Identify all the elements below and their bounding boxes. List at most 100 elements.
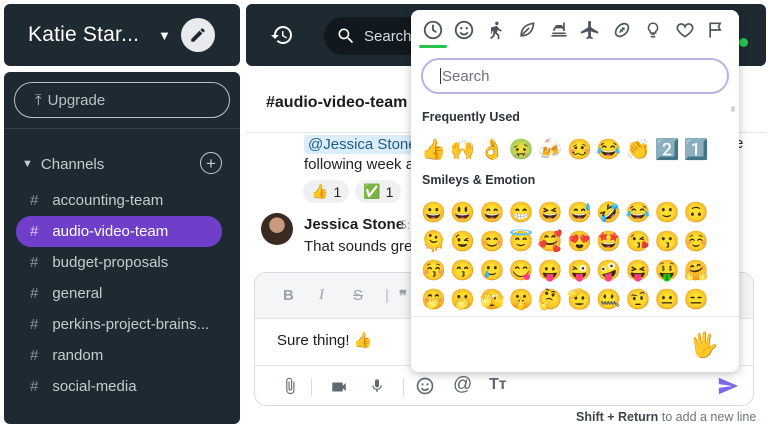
emoji-item[interactable]: 👌 (477, 135, 506, 164)
emoji-item[interactable]: 1️⃣ (682, 135, 711, 164)
emoji-item[interactable]: 🤣 (594, 198, 623, 227)
message-author[interactable]: Jessica Stone (304, 216, 404, 233)
emoji-item[interactable]: 🤪 (594, 256, 623, 285)
microphone-icon[interactable] (369, 376, 385, 396)
emoji-item[interactable]: 😂 (594, 135, 623, 164)
channel-item[interactable]: # general (16, 278, 222, 309)
emoji-search-input[interactable]: Search (421, 58, 729, 94)
emoji-item[interactable]: 🫠 (419, 227, 448, 256)
channel-item[interactable]: # social-media (16, 371, 222, 402)
text-format-icon[interactable]: Tт (489, 376, 507, 394)
tab-objects[interactable] (638, 10, 670, 50)
bold-icon[interactable]: B (283, 287, 294, 304)
tab-food[interactable] (543, 10, 575, 50)
italic-icon[interactable]: I (319, 287, 324, 304)
avatar[interactable] (261, 213, 293, 245)
emoji-icon[interactable] (415, 376, 435, 396)
tab-travel[interactable] (575, 10, 607, 50)
channel-title[interactable]: #audio-video-team (266, 94, 407, 112)
emoji-item[interactable]: 😗 (653, 227, 682, 256)
tab-smileys[interactable] (449, 10, 481, 50)
emoji-item[interactable]: 😛 (536, 256, 565, 285)
strikethrough-icon[interactable]: S (353, 287, 363, 304)
emoji-item[interactable]: 😇 (507, 227, 536, 256)
emoji-item[interactable]: 😍 (565, 227, 594, 256)
channel-item[interactable]: # accounting-team (16, 185, 222, 216)
channel-name: general (52, 285, 103, 302)
channel-item[interactable]: # random (16, 340, 222, 371)
composer-input[interactable]: Sure thing! 👍 (277, 331, 372, 349)
attachment-icon[interactable] (281, 376, 299, 396)
emoji-item[interactable]: 😃 (448, 198, 477, 227)
emoji-item[interactable]: 🙌 (448, 135, 477, 164)
emoji-item[interactable]: 😋 (507, 256, 536, 285)
emoji-item[interactable]: 😁 (507, 198, 536, 227)
emoji-item[interactable]: 2️⃣ (653, 135, 682, 164)
skin-tone-selector[interactable]: 🖐️ (689, 331, 719, 360)
channel-item[interactable]: # perkins-project-brains... (16, 309, 222, 340)
composer-hint: Shift + Return to add a new line (576, 410, 756, 424)
compose-button[interactable] (180, 18, 215, 52)
emoji-item[interactable]: 🤩 (594, 227, 623, 256)
emoji-item[interactable]: 😙 (448, 256, 477, 285)
emoji-item[interactable]: 😀 (419, 198, 448, 227)
scrollbar[interactable] (731, 106, 735, 112)
emoji-item[interactable]: 🫢 (448, 285, 477, 314)
emoji-item[interactable]: 🤢 (507, 135, 536, 164)
emoji-item[interactable]: 👍 (419, 135, 448, 164)
emoji-item[interactable]: 👏 (623, 135, 652, 164)
user-mention[interactable]: @Jessica Stone (304, 134, 421, 154)
emoji-item[interactable]: 🤐 (594, 285, 623, 314)
emoji-item[interactable]: 😂 (623, 198, 652, 227)
emoji-item[interactable]: 😆 (536, 198, 565, 227)
video-icon[interactable] (329, 378, 349, 396)
tab-activities[interactable] (606, 10, 638, 50)
history-icon[interactable] (270, 23, 294, 47)
tab-symbols[interactable] (669, 10, 701, 50)
emoji-item[interactable]: 🙃 (682, 198, 711, 227)
emoji-item[interactable]: 🤨 (623, 285, 652, 314)
emoji-item[interactable]: 🥲 (477, 256, 506, 285)
emoji-item[interactable]: 🤭 (419, 285, 448, 314)
reaction-chip[interactable]: 👍 1 (303, 180, 350, 203)
channel-name: audio-video-team (52, 223, 169, 240)
emoji-item[interactable]: 😝 (623, 256, 652, 285)
tab-nature[interactable] (512, 10, 544, 50)
emoji-item[interactable]: 🥴 (565, 135, 594, 164)
emoji-item[interactable]: 🤫 (507, 285, 536, 314)
tab-recent[interactable] (417, 10, 449, 50)
emoji-item[interactable]: 🙂 (653, 198, 682, 227)
emoji-item[interactable]: 🫣 (477, 285, 506, 314)
emoji-item[interactable]: 🥰 (536, 227, 565, 256)
channel-item-active[interactable]: # audio-video-team (16, 216, 222, 247)
reaction-chip[interactable]: ✅ 1 (355, 180, 402, 203)
emoji-item[interactable]: 🤔 (536, 285, 565, 314)
emoji-item[interactable]: 🤑 (653, 256, 682, 285)
emoji-item[interactable]: 😊 (477, 227, 506, 256)
chevron-down-icon[interactable]: ▼ (158, 28, 171, 43)
upgrade-button[interactable]: ⤒ Upgrade (14, 82, 230, 118)
quote-icon[interactable]: ❞ (399, 287, 407, 305)
emoji-item[interactable]: ☺️ (682, 227, 711, 256)
channel-item[interactable]: # budget-proposals (16, 247, 222, 278)
chevron-down-icon[interactable]: ▼ (22, 158, 33, 170)
emoji-item[interactable]: 😑 (682, 285, 711, 314)
workspace-name[interactable]: Katie Star... (28, 23, 140, 47)
emoji-item[interactable]: 😚 (419, 256, 448, 285)
emoji-item[interactable]: 😘 (623, 227, 652, 256)
emoji-item[interactable]: 🍻 (536, 135, 565, 164)
emoji-item[interactable]: 😐 (653, 285, 682, 314)
emoji-item[interactable]: 🤗 (682, 256, 711, 285)
tab-flags[interactable] (701, 10, 733, 50)
channels-header[interactable]: ▼ Channels + (22, 152, 222, 176)
mention-icon[interactable]: @ (453, 374, 472, 396)
emoji-item[interactable]: 😅 (565, 198, 594, 227)
emoji-item[interactable]: 😜 (565, 256, 594, 285)
emoji-item[interactable]: 😉 (448, 227, 477, 256)
emoji-item[interactable]: 😄 (477, 198, 506, 227)
tab-people[interactable] (480, 10, 512, 50)
add-channel-icon[interactable]: + (200, 152, 222, 174)
workspace-header[interactable]: Katie Star... ▼ (4, 4, 240, 66)
emoji-item[interactable]: 🫡 (565, 285, 594, 314)
send-icon[interactable] (717, 375, 739, 397)
